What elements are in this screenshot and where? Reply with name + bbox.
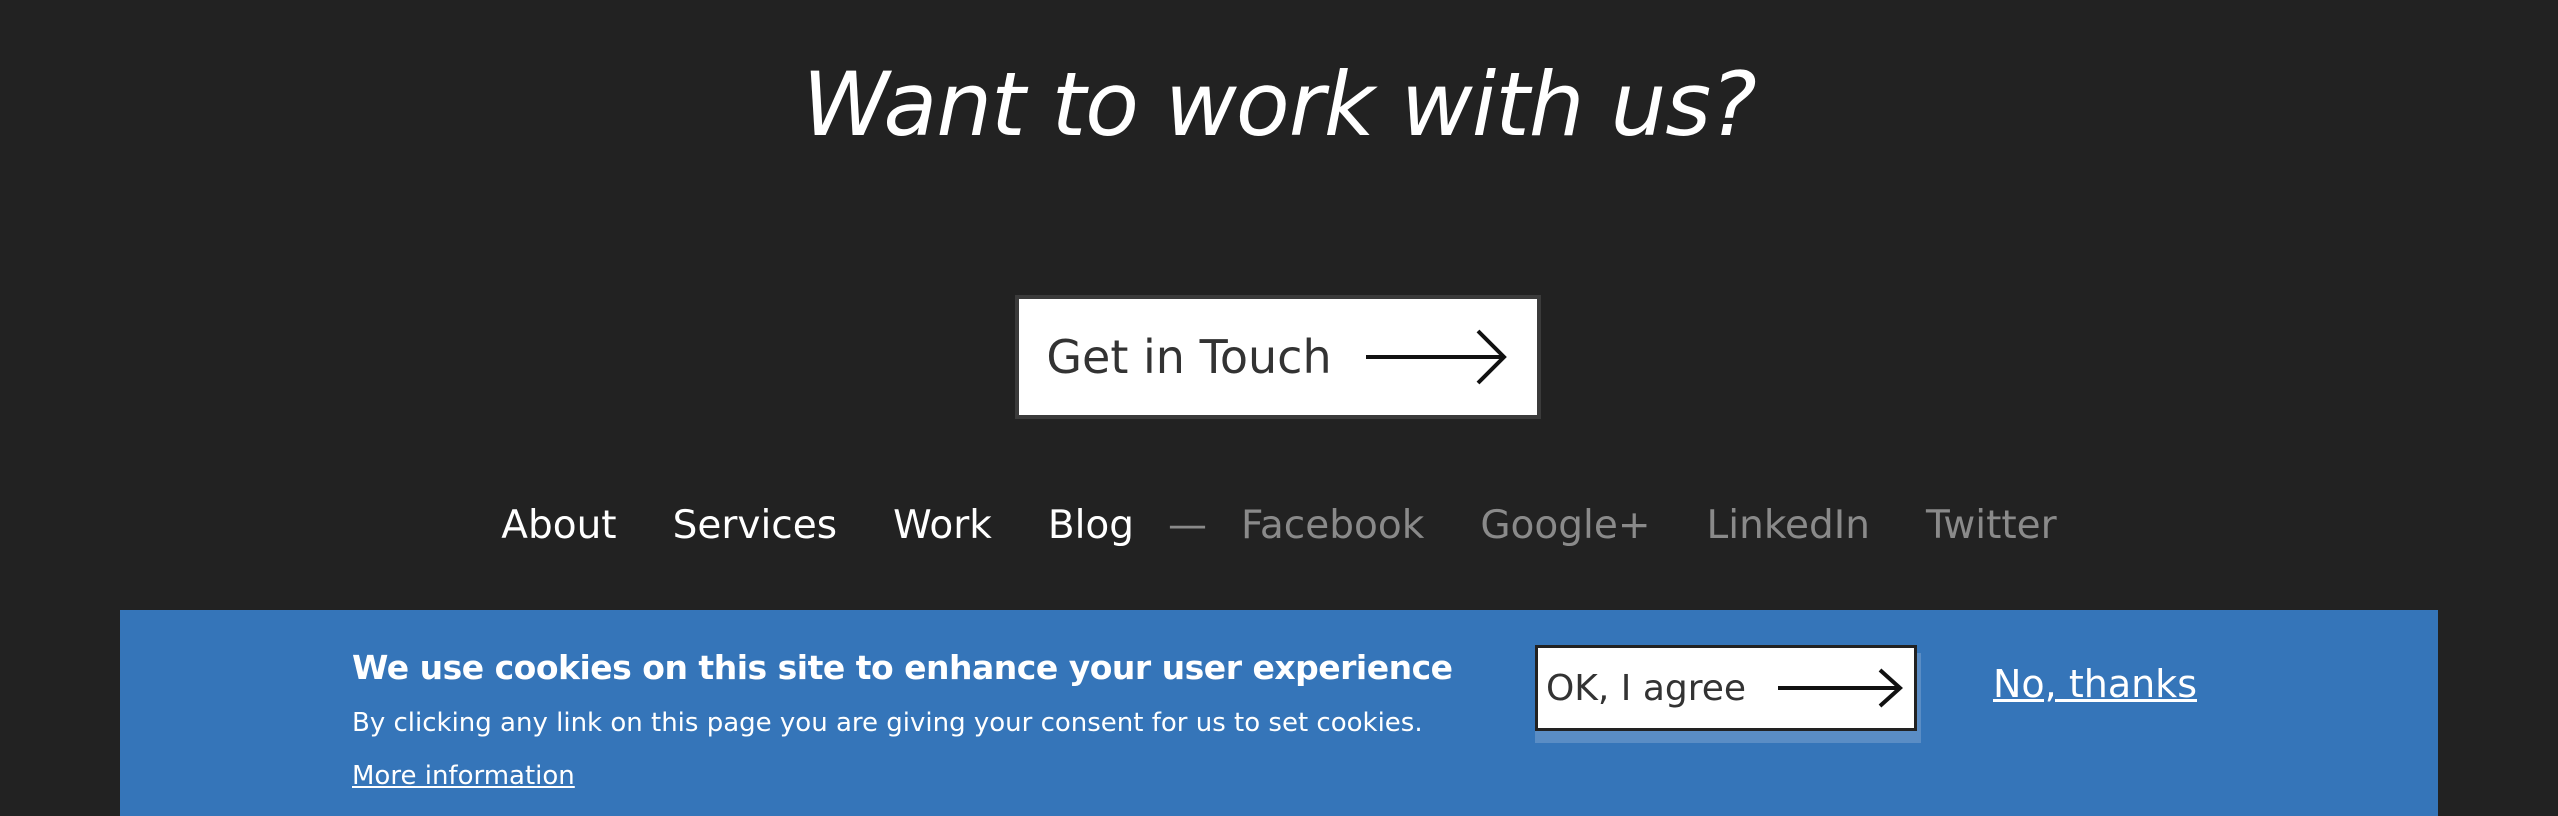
arrow-right-icon: [1364, 329, 1510, 385]
cta-headline: Want to work with us?: [802, 53, 1757, 156]
nav-separator: —: [1168, 503, 1208, 548]
get-in-touch-button[interactable]: Get in Touch: [1019, 299, 1537, 415]
arrow-right-icon: [1776, 666, 1906, 710]
footer-link-twitter[interactable]: Twitter: [1926, 496, 2057, 556]
page: Want to work with us? Get in Touch About…: [0, 0, 2558, 816]
footer-link-about[interactable]: About: [501, 496, 616, 556]
footer-link-services[interactable]: Services: [673, 496, 837, 556]
footer-link-blog[interactable]: Blog: [1048, 496, 1134, 556]
agree-button[interactable]: OK, I agree: [1535, 645, 1917, 731]
cookie-banner: We use cookies on this site to enhance y…: [120, 610, 2438, 816]
cookie-banner-description: By clicking any link on this page you ar…: [352, 708, 1423, 738]
agree-button-label: OK, I agree: [1545, 667, 1747, 709]
get-in-touch-label: Get in Touch: [1046, 330, 1332, 384]
footer-link-google-plus[interactable]: Google+: [1480, 496, 1650, 556]
footer-nav: About Services Work Blog — Facebook Goog…: [0, 496, 2558, 556]
get-in-touch-button-frame: Get in Touch: [1015, 295, 1541, 419]
more-information-link[interactable]: More information: [352, 761, 575, 791]
footer-link-facebook[interactable]: Facebook: [1241, 496, 1424, 556]
footer-link-work[interactable]: Work: [893, 496, 992, 556]
footer-link-linkedin[interactable]: LinkedIn: [1707, 496, 1870, 556]
cookie-banner-title: We use cookies on this site to enhance y…: [352, 648, 1453, 687]
decline-cookies-link[interactable]: No, thanks: [1993, 662, 2197, 706]
